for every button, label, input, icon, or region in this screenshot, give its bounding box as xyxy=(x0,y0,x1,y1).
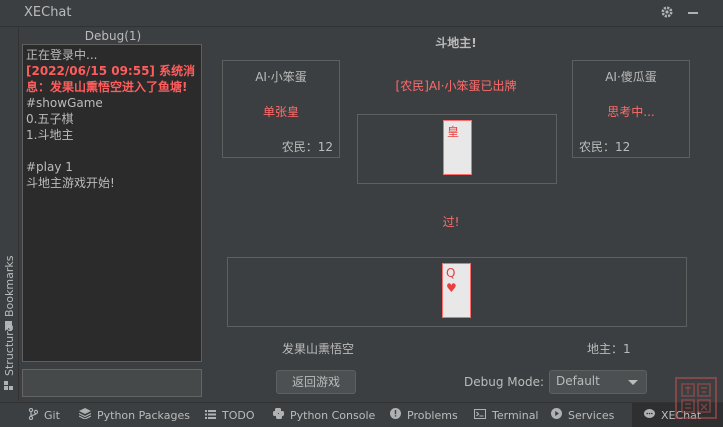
tab-services[interactable]: Services xyxy=(551,403,614,427)
play-notice: [农民]AI·小笨蛋已出牌 xyxy=(395,79,517,93)
bookmarks-label: Bookmarks xyxy=(3,255,16,317)
card-rank: Q xyxy=(446,266,456,280)
debug-mode-label: Debug Mode: xyxy=(464,375,545,389)
git-branch-icon xyxy=(28,407,39,423)
log-line: 正在登录中... xyxy=(26,48,98,62)
hand-card[interactable]: Q ♥ xyxy=(442,263,471,318)
tab-structure[interactable]: Structure xyxy=(0,322,18,402)
debug-panel-title: Debug(1) xyxy=(84,29,142,43)
left-player-status: 单张皇 xyxy=(262,105,299,119)
tab-problems[interactable]: Problems xyxy=(390,403,458,427)
layers-icon xyxy=(78,408,92,422)
right-player-name: AI·傻瓜蛋 xyxy=(605,70,657,84)
chat-icon xyxy=(644,408,655,422)
structure-icon xyxy=(4,380,13,393)
tab-label: Problems xyxy=(407,408,458,422)
tab-label: Git xyxy=(44,408,60,422)
pass-text: 过! xyxy=(442,215,460,229)
tab-bookmarks[interactable]: Bookmarks xyxy=(0,227,18,332)
window-title: XEChat xyxy=(24,5,72,20)
tab-label: Python Console xyxy=(290,408,376,422)
tab-terminal[interactable]: Terminal xyxy=(474,403,539,427)
left-player-box: AI·小笨蛋 单张皇 农民：12 xyxy=(222,60,340,158)
tab-label: Terminal xyxy=(492,408,539,422)
bottom-tool-bar: Git Python Packages TODO Python Console … xyxy=(0,402,723,427)
hand-cards-area: Q ♥ xyxy=(227,257,687,327)
terminal-icon xyxy=(474,408,486,422)
debug-mode-value: Default xyxy=(556,374,600,388)
played-card: 皇 xyxy=(443,120,472,175)
log-line: 斗地主游戏开始! xyxy=(26,176,115,190)
chevron-down-icon xyxy=(628,380,638,385)
message-input[interactable] xyxy=(22,369,202,397)
left-player-card-count: 农民：12 xyxy=(281,140,333,154)
heart-icon: ♥ xyxy=(446,281,457,295)
left-player-name: AI·小笨蛋 xyxy=(255,70,307,84)
self-player-role: 地主：1 xyxy=(587,342,631,356)
watermark-logo xyxy=(672,374,720,422)
played-cards-area: 皇 xyxy=(357,114,557,184)
log-line: 1.斗地主 xyxy=(26,128,74,142)
gear-icon[interactable] xyxy=(660,5,674,22)
back-to-game-button[interactable]: 返回游戏 xyxy=(276,370,356,394)
right-player-card-count: 农民：12 xyxy=(579,140,631,154)
minimize-icon[interactable] xyxy=(688,12,698,14)
play-circle-icon xyxy=(551,408,562,422)
chat-log[interactable]: 正在登录中... [2022/06/15 09:55] 系统消息：发果山熏悟空进… xyxy=(22,44,202,362)
log-line-system-message: [2022/06/15 09:55] 系统消息：发果山熏悟空进入了鱼塘! xyxy=(26,64,196,94)
tab-python-console[interactable]: Python Console xyxy=(273,403,375,427)
log-line: #play 1 xyxy=(26,160,73,174)
log-line: #showGame xyxy=(26,96,103,110)
log-line: 0.五子棋 xyxy=(26,112,74,126)
list-icon xyxy=(205,409,216,422)
debug-panel: Debug(1) 正在登录中... [2022/06/15 09:55] 系统消… xyxy=(20,27,206,401)
tab-label: Python Packages xyxy=(97,408,190,422)
right-player-status: 思考中... xyxy=(607,105,655,119)
tab-label: Services xyxy=(568,408,615,422)
log-line-empty xyxy=(26,143,198,159)
tab-todo[interactable]: TODO xyxy=(205,403,255,427)
left-tool-strip: Bookmarks Structure xyxy=(0,27,19,401)
structure-label: Structure xyxy=(3,324,16,376)
game-title: 斗地主! xyxy=(435,36,477,50)
game-panel: 斗地主! AI·小笨蛋 单张皇 农民：12 AI·傻瓜蛋 思考中... 农民：1… xyxy=(206,27,723,401)
tab-python-packages[interactable]: Python Packages xyxy=(78,403,190,427)
right-player-box: AI·傻瓜蛋 思考中... 农民：12 xyxy=(572,60,690,158)
tab-git[interactable]: Git xyxy=(28,403,60,427)
self-player-name: 发果山熏悟空 xyxy=(282,342,355,356)
tool-window-header: XEChat xyxy=(0,0,723,27)
card-rank: 皇 xyxy=(447,125,460,139)
tab-label: TODO xyxy=(222,408,255,422)
python-icon xyxy=(273,408,284,422)
info-circle-icon xyxy=(390,408,401,422)
debug-mode-select[interactable]: Default xyxy=(549,370,647,394)
